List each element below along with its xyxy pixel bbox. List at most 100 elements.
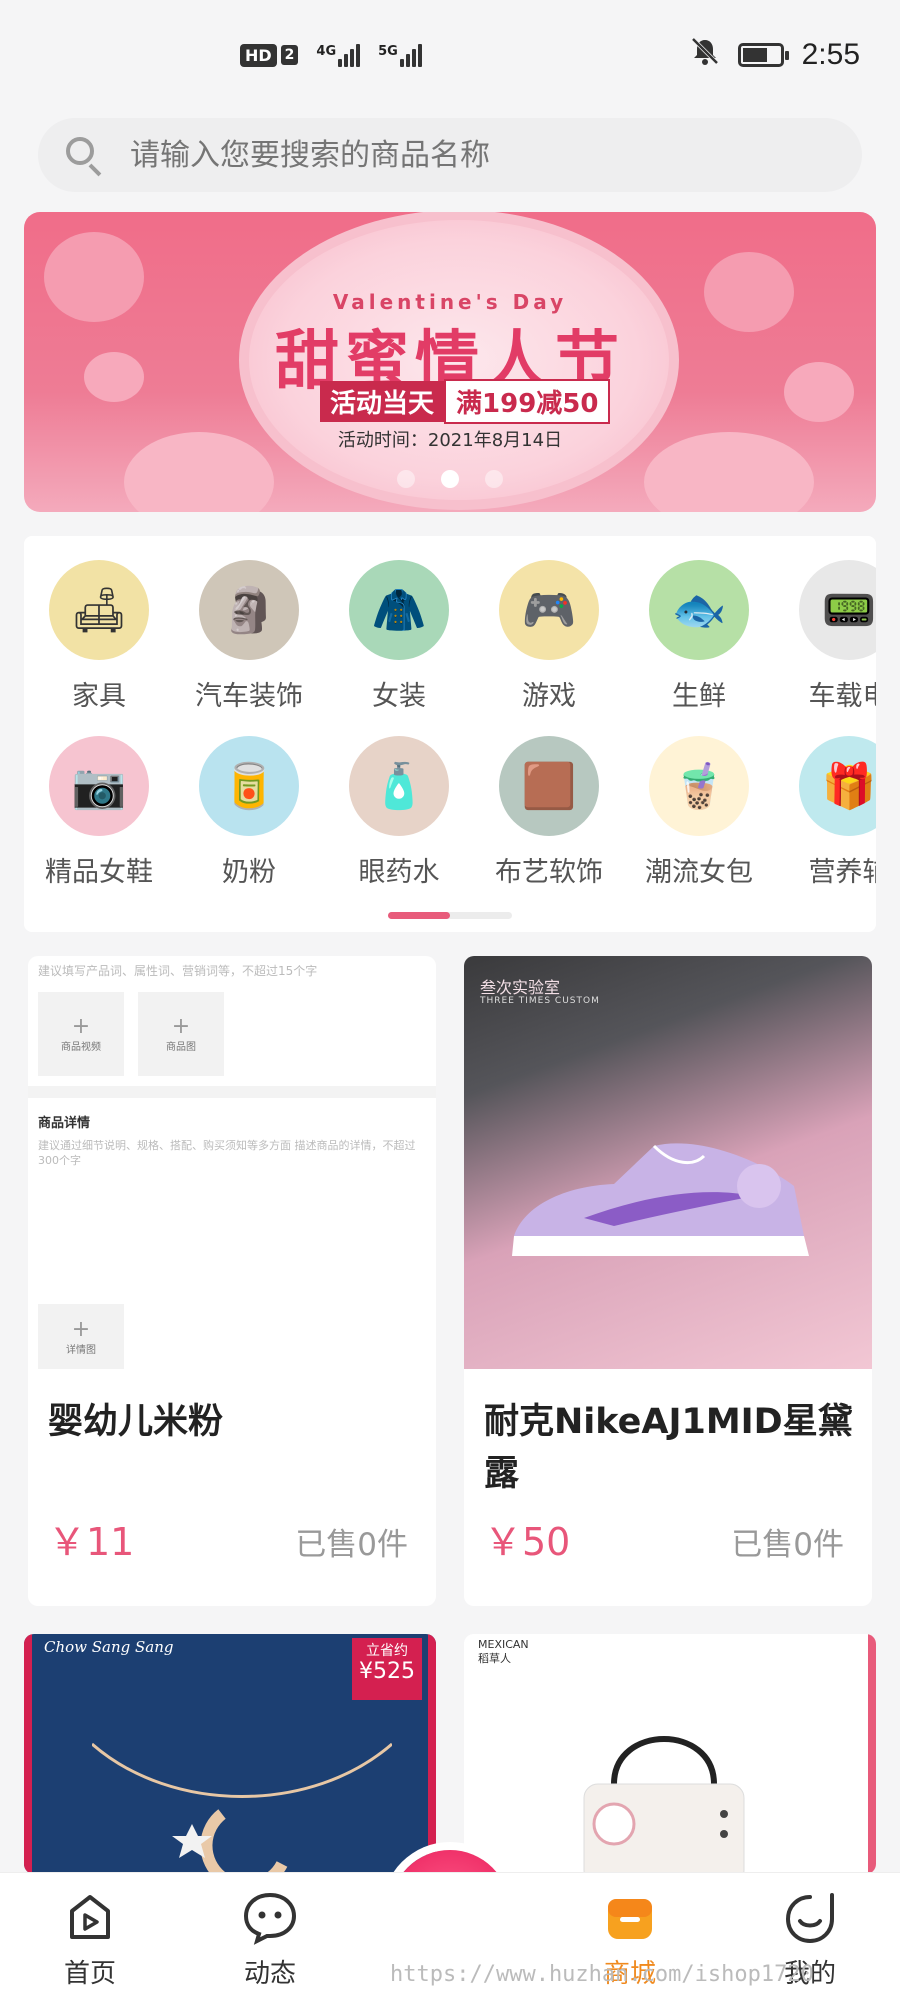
game-console-icon: 🎮 [499, 560, 599, 660]
watermark-text: https://www.huzhan.com/ishop1720 [390, 1962, 814, 1987]
tab-label: 动态 [243, 1959, 296, 1989]
tab-label: 首页 [63, 1959, 116, 1989]
banner-pager [24, 470, 876, 488]
salmon-icon: 🐟 [649, 560, 749, 660]
image-brand-en: THREE TIMES CUSTOM [480, 996, 600, 1006]
category-label: 眼药水 [358, 857, 440, 888]
product-card[interactable]: MEXICAN 稻草人 [464, 1634, 876, 1874]
product-name: 耐克NikeAJ1MID星黛露 [484, 1402, 853, 1494]
banner-date: 活动时间：2021年8月14日 [337, 430, 563, 451]
status-right: 2:55 [690, 36, 860, 74]
sneaker-image-icon [512, 1143, 809, 1256]
product-image: Chow Sang Sang 立省约 ¥525 [24, 1634, 436, 1874]
category-grid: 🛋 家具 🗿 汽车装饰 🧥 女装 🎮 游戏 🐟 生鲜 📟 车载电 📷 精品女鞋 🥫 奶粉 🧴 眼药水 🟫 布艺软饰 🧋… [24, 536, 876, 932]
category-item[interactable]: 🐟 生鲜 [624, 560, 774, 713]
category-item[interactable]: 🗿 汽车装饰 [174, 560, 324, 713]
product-card[interactable]: 叁次实验室 THREE TIMES CUSTOM 耐克NikeAJ1MID星黛露… [464, 956, 872, 1606]
status-left: HD 2 4G 5G [240, 43, 422, 67]
category-label: 布艺软饰 [495, 857, 603, 888]
category-item[interactable]: 🎮 游戏 [474, 560, 624, 713]
upload-video-box: + 商品视频 [38, 992, 124, 1076]
tab-home[interactable]: 首页 [0, 1873, 180, 2000]
category-label: 车载电 [808, 681, 877, 712]
discount-tag: 立省约 ¥525 [352, 1638, 422, 1700]
product-image: MEXICAN 稻草人 [464, 1634, 876, 1874]
image-brand: Chow Sang Sang [44, 1638, 174, 1656]
product-image: 叁次实验室 THREE TIMES CUSTOM [464, 956, 872, 1369]
category-item[interactable]: 🛋 家具 [24, 560, 174, 713]
signal-4g-icon: 4G [316, 43, 361, 67]
category-label: 家具 [72, 681, 126, 712]
sofa-icon: 🛋 [49, 560, 149, 660]
hd-label: HD [240, 43, 277, 67]
product-name: 婴幼儿米粉 [48, 1402, 224, 1442]
category-item[interactable]: 🧥 女装 [324, 560, 474, 713]
upload-detail-box: + 详情图 [38, 1304, 124, 1369]
category-scroll-indicator [388, 912, 512, 919]
category-label: 女装 [372, 681, 426, 712]
search-input[interactable] [130, 137, 770, 173]
handbag-image-icon [583, 1736, 745, 1874]
category-item[interactable]: 🟫 布艺软饰 [474, 736, 624, 889]
category-label: 游戏 [522, 681, 576, 712]
tab-feed[interactable]: 动态 [180, 1873, 360, 2000]
shop-bag-icon [600, 1887, 660, 1947]
category-label: 精品女鞋 [45, 857, 153, 888]
form-hint: 建议填写产品词、属性词、营销词等，不超过15个字 [38, 964, 318, 978]
pager-dot-active[interactable] [441, 470, 459, 488]
rug-icon: 🟫 [499, 736, 599, 836]
category-label: 潮流女包 [645, 857, 753, 888]
product-image: 建议填写产品词、属性词、营销词等，不超过15个字 + 商品视频 + 商品图 商品… [28, 956, 436, 1369]
search-icon [64, 135, 104, 177]
category-row: 📷 精品女鞋 🥫 奶粉 🧴 眼药水 🟫 布艺软饰 🧋 潮流女包 🎁 营养辅 [24, 736, 876, 889]
hd-badge: HD 2 [240, 43, 299, 67]
category-row: 🛋 家具 🗿 汽车装饰 🧥 女装 🎮 游戏 🐟 生鲜 📟 车载电 [24, 560, 876, 713]
milk-powder-icon: 🥫 [199, 736, 299, 836]
necklace-image-icon [92, 1742, 392, 1874]
promo-banner[interactable]: Valentine's Day 甜蜜情人节 活动当天 满199减50 活动时间：… [24, 212, 876, 512]
coat-icon: 🧥 [349, 560, 449, 660]
category-label: 奶粉 [222, 857, 276, 888]
car-device-icon: 📟 [799, 560, 876, 660]
home-play-icon [60, 1887, 120, 1947]
status-bar: HD 2 4G 5G 2:55 [0, 0, 900, 110]
promo-left: 活动当天 [320, 380, 445, 422]
category-item[interactable]: 🎁 营养辅 [774, 736, 876, 889]
product-price: ￥50 [484, 1520, 571, 1564]
pager-dot[interactable] [485, 470, 503, 488]
category-item[interactable]: 🥫 奶粉 [174, 736, 324, 889]
category-item[interactable]: 📷 精品女鞋 [24, 736, 174, 889]
product-card[interactable]: Chow Sang Sang 立省约 ¥525 [24, 1634, 436, 1874]
milk-tea-icon: 🧋 [649, 736, 749, 836]
bell-muted-icon [690, 36, 720, 74]
battery-icon [737, 43, 789, 67]
category-item[interactable]: 🧋 潮流女包 [624, 736, 774, 889]
status-time: 2:55 [801, 38, 860, 71]
plus-icon: + [71, 1013, 91, 1039]
eye-drops-icon: 🧴 [349, 736, 449, 836]
plus-icon: + [171, 1013, 191, 1039]
image-brand: MEXICAN 稻草人 [478, 1638, 529, 1665]
plus-icon: + [71, 1316, 91, 1342]
category-label: 生鲜 [672, 681, 726, 712]
category-item[interactable]: 🧴 眼药水 [324, 736, 474, 889]
promo-right: 满199减50 [444, 378, 611, 424]
banner-promo: 活动当天 满199减50 [320, 378, 611, 424]
car-ornament-icon: 🗿 [199, 560, 299, 660]
detail-hint: 建议通过细节说明、规格、搭配、购买须知等多方面 描述商品的详情，不超过300个字 [38, 1139, 416, 1167]
upload-image-box: + 商品图 [138, 992, 224, 1076]
camera-icon: 📷 [49, 736, 149, 836]
product-price: ￥11 [48, 1520, 135, 1564]
supplement-icon: 🎁 [799, 736, 876, 836]
detail-title: 商品详情 [38, 1116, 91, 1131]
pager-dot[interactable] [397, 470, 415, 488]
smile-profile-icon [780, 1887, 840, 1947]
product-sold: 已售0件 [731, 1527, 844, 1563]
category-label: 汽车装饰 [195, 681, 303, 712]
product-card[interactable]: 建议填写产品词、属性词、营销词等，不超过15个字 + 商品视频 + 商品图 商品… [28, 956, 436, 1606]
category-item[interactable]: 📟 车载电 [774, 560, 876, 713]
image-brand: 叁次实验室 [480, 978, 561, 997]
search-bar[interactable] [38, 118, 862, 192]
category-label: 营养辅 [808, 857, 877, 888]
signal-5g-icon: 5G [378, 43, 422, 67]
